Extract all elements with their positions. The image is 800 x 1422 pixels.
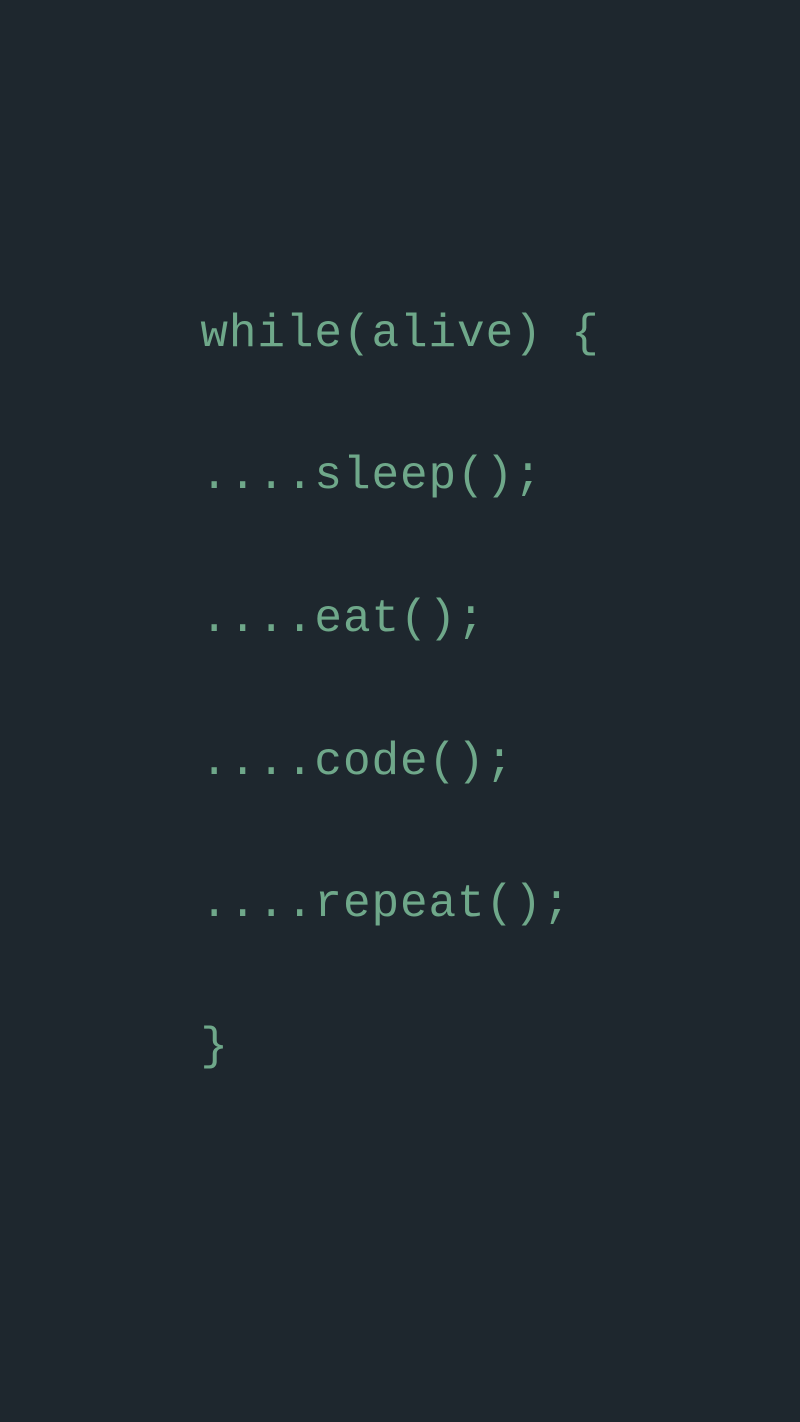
code-line-close: }	[200, 1012, 599, 1083]
code-line-code: ....code();	[200, 727, 599, 798]
code-line-sleep: ....sleep();	[200, 441, 599, 512]
code-line-repeat: ....repeat();	[200, 869, 599, 940]
code-line-eat: ....eat();	[200, 584, 599, 655]
code-line-while: while(alive) {	[200, 299, 599, 370]
code-snippet: while(alive) { ....sleep(); ....eat(); .…	[200, 228, 599, 1155]
